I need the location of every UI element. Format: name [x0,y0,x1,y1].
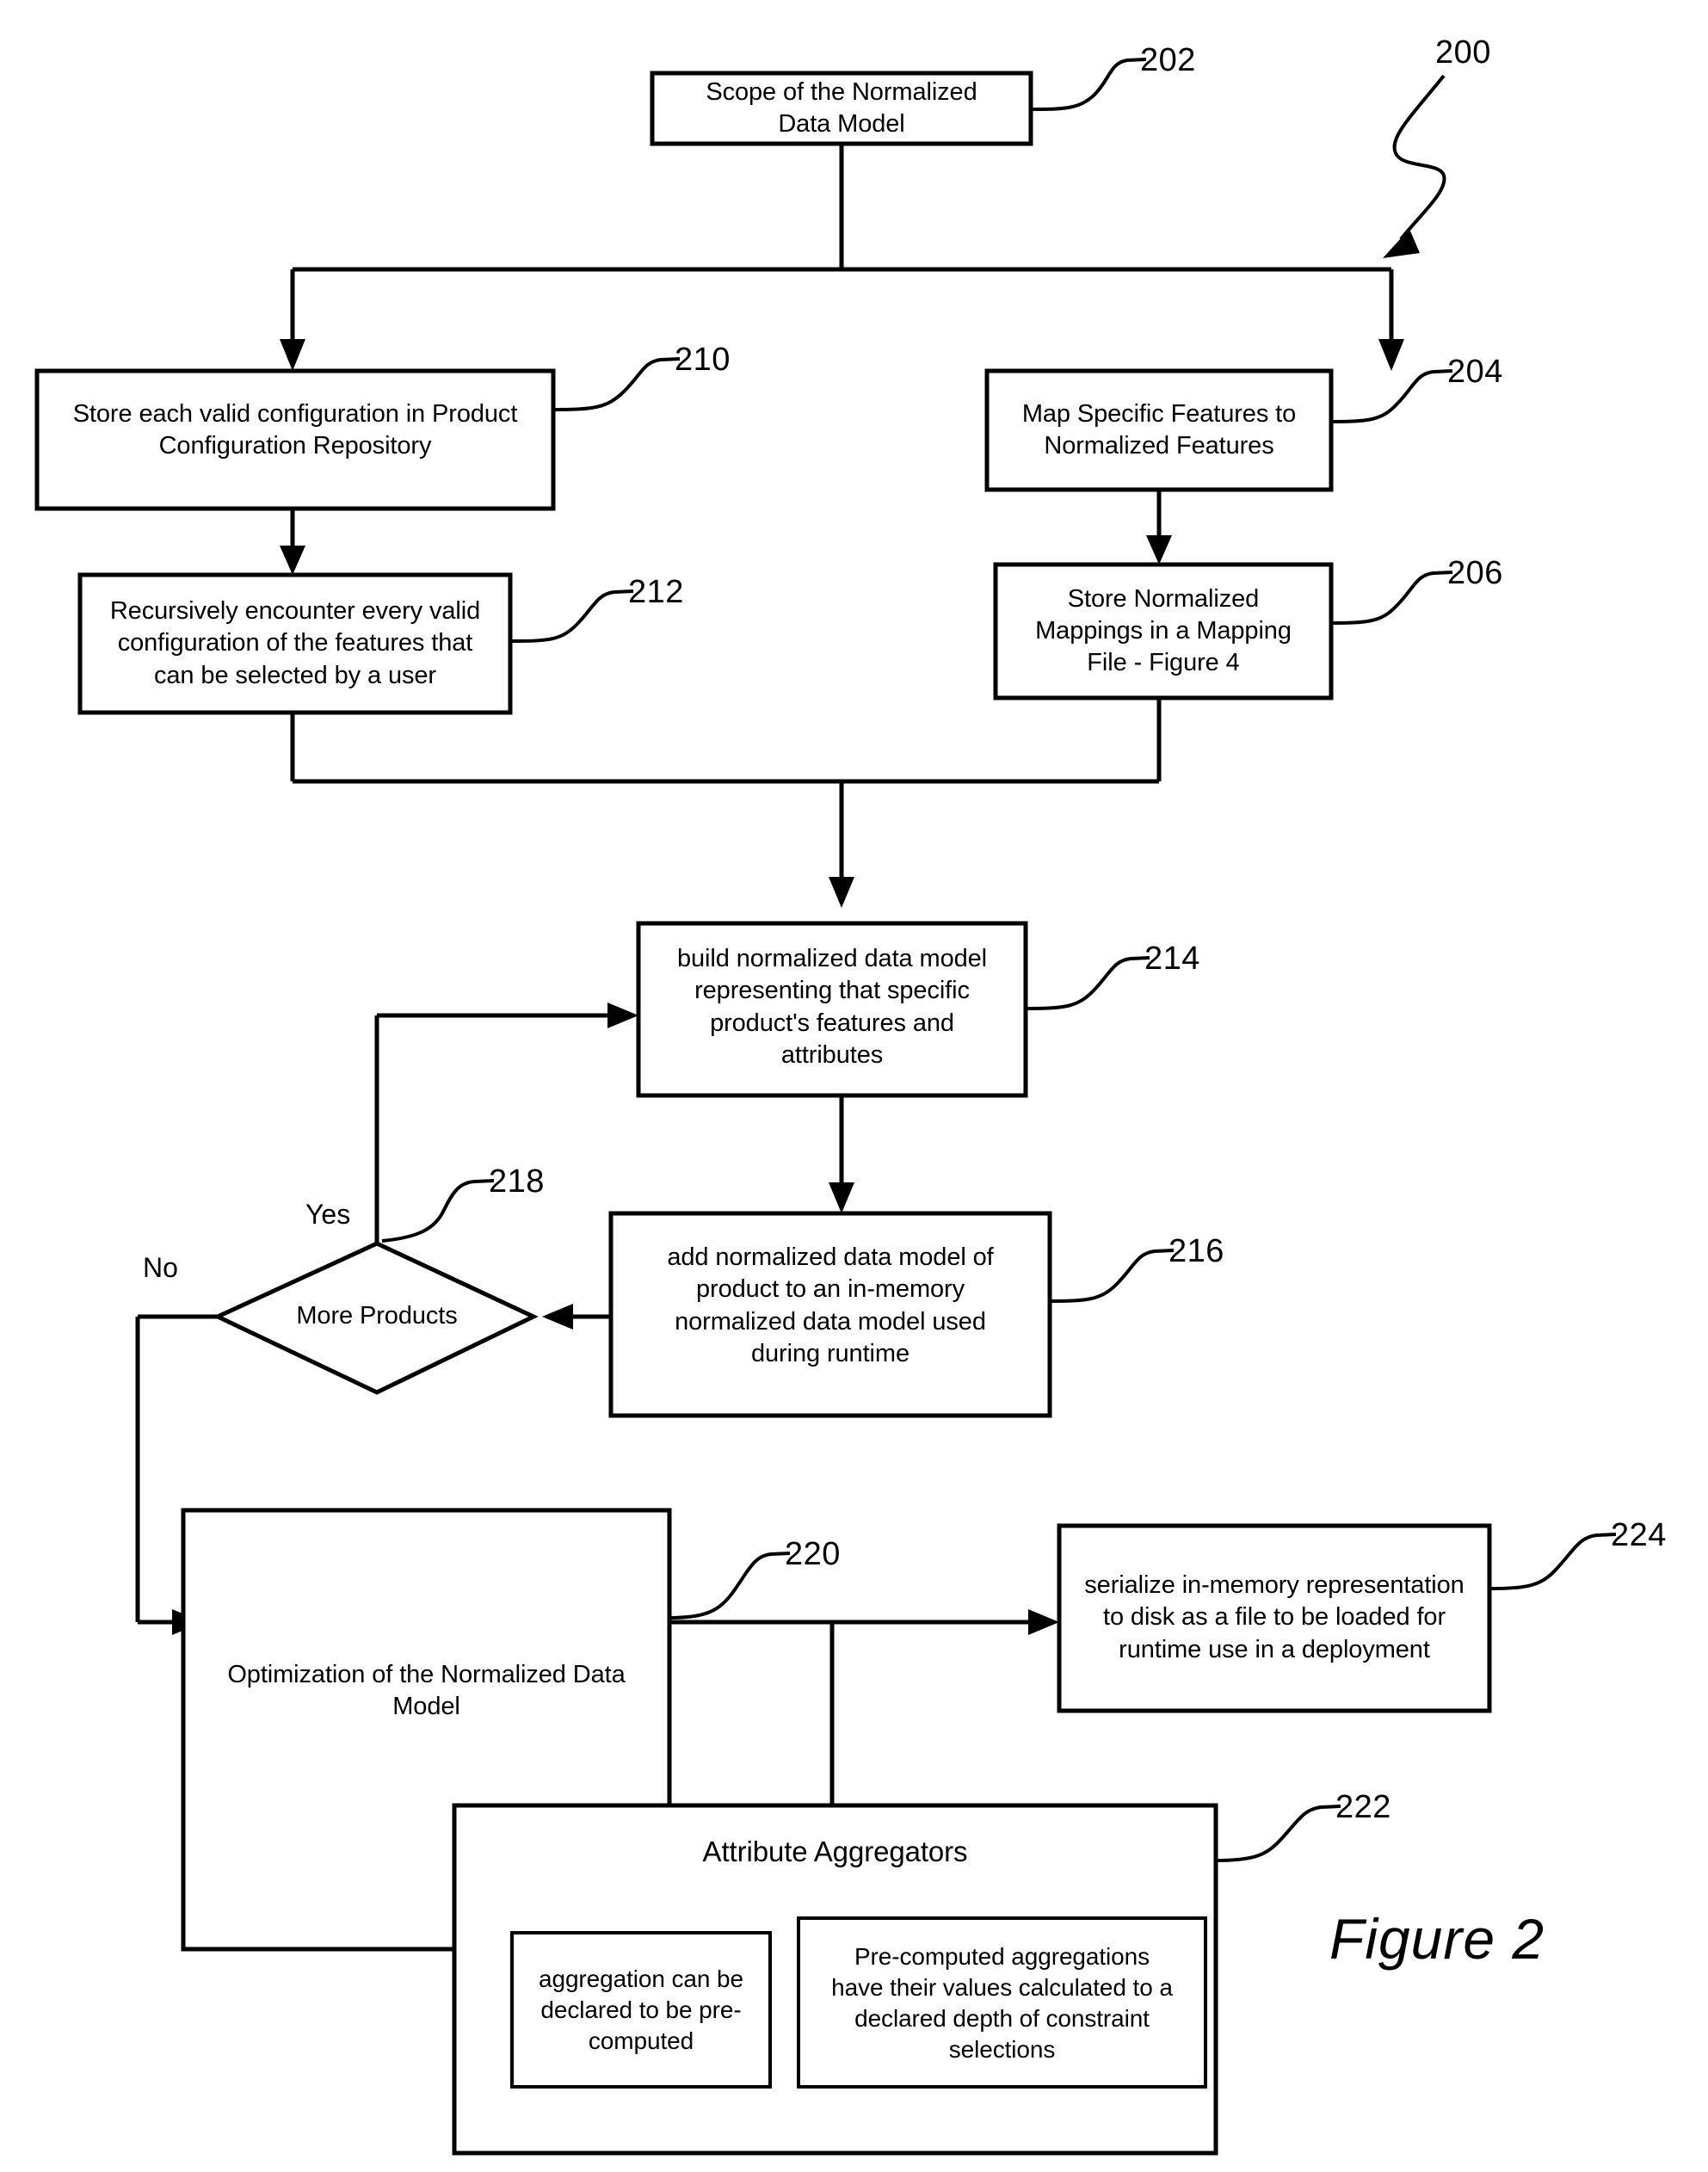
ref-num-204: 204 [1447,354,1503,390]
ref-num-224: 224 [1611,1517,1667,1553]
ref-num-222: 222 [1335,1789,1391,1825]
ref-num-202: 202 [1140,42,1196,78]
node-map-features-box [984,368,1334,492]
ref-218-leader [381,1179,495,1243]
connector-210-to-212 [280,509,305,575]
ref-num-212: 212 [628,574,684,610]
ref-num-200: 200 [1435,34,1491,71]
figure-caption: Figure 2 [1329,1907,1545,1971]
node-add-model-box [608,1211,1052,1418]
ref-222-leader [1215,1805,1341,1862]
ref-num-206: 206 [1447,555,1503,591]
ref-206-leader [1330,571,1453,625]
connector-yes-loop [374,1003,638,1243]
ref-num-216: 216 [1168,1233,1224,1269]
diagram-ref-200-leader [1383,74,1446,258]
ref-num-214: 214 [1144,941,1200,977]
node-scope-box [650,71,1033,146]
connector-204-to-206 [1146,490,1172,565]
connector-214-to-216 [829,1095,854,1213]
ref-212-leader [509,589,634,643]
node-recursive-box [77,572,513,715]
ref-202-leader [1030,58,1147,111]
edge-label-no: No [143,1252,178,1283]
connector-merge-to-214 [290,698,1162,908]
ref-214-leader [1025,956,1150,1010]
ref-204-leader [1330,369,1453,423]
node-serialize-box [1057,1523,1492,1713]
node-store-config-box [34,368,556,511]
flowchart-canvas [34,58,1617,2156]
ref-num-218: 218 [489,1163,545,1200]
node-more-products-diamond [213,1241,539,1395]
node-agg-values-box [797,1916,1207,2089]
connector-216-to-218 [542,1304,611,1330]
ref-224-leader [1489,1533,1617,1590]
ref-216-leader [1049,1249,1175,1303]
connector-220-to-224 [669,1609,1059,1805]
node-store-mappings-box [993,562,1334,700]
ref-220-leader [669,1552,791,1620]
edge-label-yes: Yes [305,1199,351,1230]
node-agg-precomputed-box [510,1931,772,2089]
patent-figure-page: Scope of the Normalized Data Model Store… [0,0,1708,2172]
ref-num-220: 220 [785,1536,841,1572]
ref-210-leader [552,357,681,411]
connector-scope-split [280,144,1404,371]
ref-num-210: 210 [675,342,731,378]
node-build-model-box [636,921,1028,1098]
